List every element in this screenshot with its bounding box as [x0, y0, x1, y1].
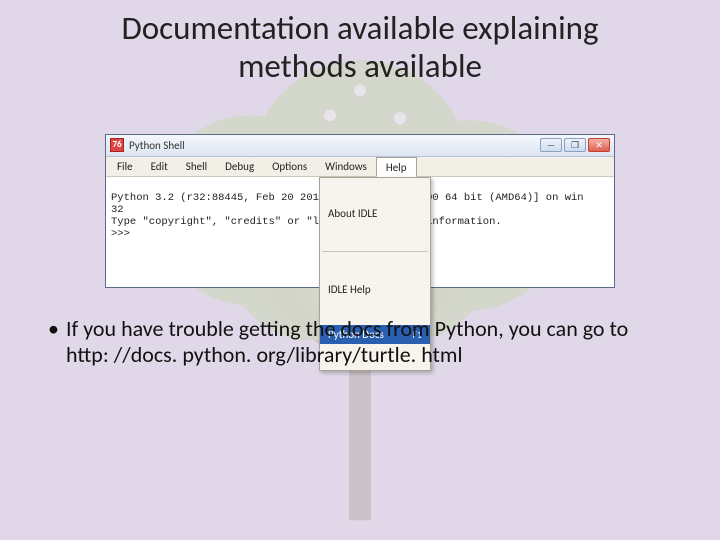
- bullet-list: • If you have trouble getting the docs f…: [48, 316, 672, 368]
- slide-title: Documentation available explaining metho…: [0, 0, 720, 86]
- bullet-text: If you have trouble getting the docs fro…: [66, 316, 672, 368]
- window-title: Python Shell: [129, 139, 185, 152]
- shell-line-1a: Python 3.2 (r32:88445, Feb 20 201: [111, 192, 319, 204]
- app-icon: 76: [110, 138, 124, 152]
- menu-windows[interactable]: Windows: [316, 157, 376, 176]
- menu-help[interactable]: Help: [376, 157, 417, 177]
- maximize-button[interactable]: ❐: [564, 138, 586, 152]
- shell-prompt: >>>: [111, 228, 136, 240]
- menu-shell[interactable]: Shell: [177, 157, 216, 176]
- help-idle-help[interactable]: IDLE Help: [320, 280, 430, 299]
- menu-debug[interactable]: Debug: [216, 157, 263, 176]
- window-titlebar[interactable]: 76 Python Shell — ❐ ✕: [106, 135, 614, 157]
- python-shell-window: 76 Python Shell — ❐ ✕ File Edit Shell De…: [105, 134, 615, 288]
- shell-line-3a: Type "copyright", "credits" or "li: [111, 216, 325, 228]
- shell-line-2: 32: [111, 204, 124, 216]
- shell-client-area[interactable]: Python 3.2 (r32:88445, Feb 20 201 v.1500…: [106, 177, 614, 287]
- bullet-dot: •: [48, 316, 66, 368]
- close-button[interactable]: ✕: [588, 138, 610, 152]
- menubar: File Edit Shell Debug Options Windows He…: [106, 157, 614, 177]
- bullet-item: • If you have trouble getting the docs f…: [48, 316, 672, 368]
- menu-file[interactable]: File: [108, 157, 142, 176]
- minimize-button[interactable]: —: [540, 138, 562, 152]
- menu-edit[interactable]: Edit: [142, 157, 177, 176]
- menu-separator: [322, 251, 428, 252]
- help-about-idle[interactable]: About IDLE: [320, 204, 430, 223]
- menu-options[interactable]: Options: [263, 157, 316, 176]
